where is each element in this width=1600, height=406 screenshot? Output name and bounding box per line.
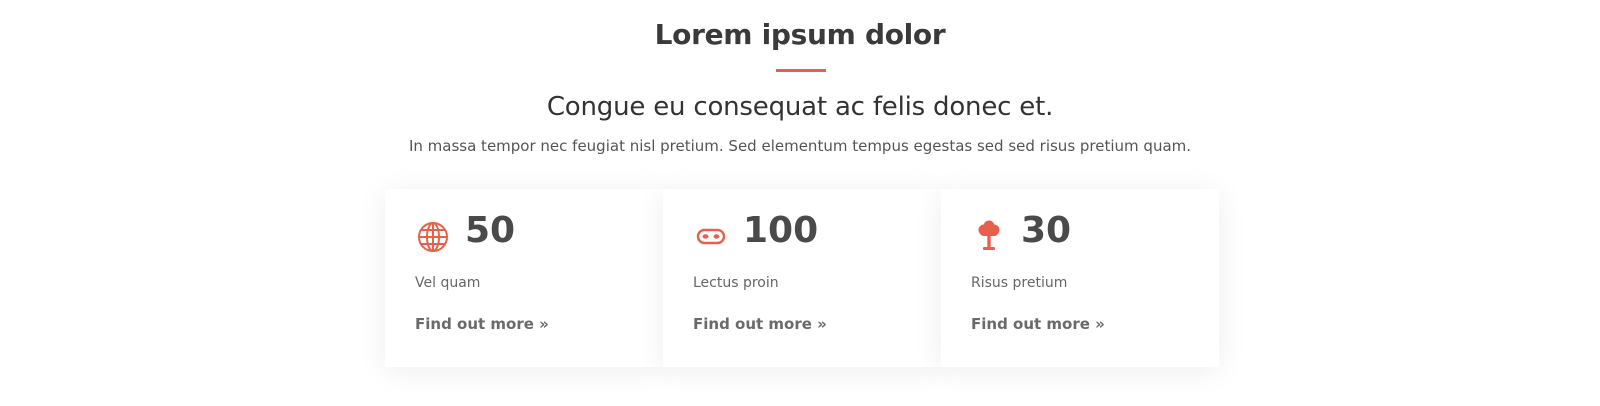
tree-icon — [971, 219, 1007, 255]
stat-card-globe: 50 Vel quam Find out more » — [385, 189, 663, 367]
find-out-more-link[interactable]: Find out more » — [415, 314, 549, 334]
stat-number: 30 — [1021, 210, 1072, 251]
stat-card-mask: 100 Lectus proin Find out more » — [663, 189, 941, 367]
find-out-more-link[interactable]: Find out more » — [971, 314, 1105, 334]
title-divider — [776, 69, 826, 72]
stat-label: Risus pretium — [971, 275, 1068, 291]
section-lead-text: In massa tempor nec feugiat nisl pretium… — [408, 137, 1192, 155]
mask-icon — [693, 219, 729, 255]
find-out-more-link[interactable]: Find out more » — [693, 314, 827, 334]
globe-icon — [415, 219, 451, 255]
stat-number: 100 — [743, 210, 819, 251]
stat-label: Lectus proin — [693, 275, 779, 291]
stat-number: 50 — [465, 210, 516, 251]
stat-label: Vel quam — [415, 275, 481, 291]
stat-card-tree: 30 Risus pretium Find out more » — [941, 189, 1219, 367]
section-title: Lorem ipsum dolor — [654, 18, 946, 51]
section-subtitle: Congue eu consequat ac felis donec et. — [546, 92, 1054, 122]
stats-cards: 50 Vel quam Find out more » 100 Lectus p… — [385, 189, 1219, 367]
